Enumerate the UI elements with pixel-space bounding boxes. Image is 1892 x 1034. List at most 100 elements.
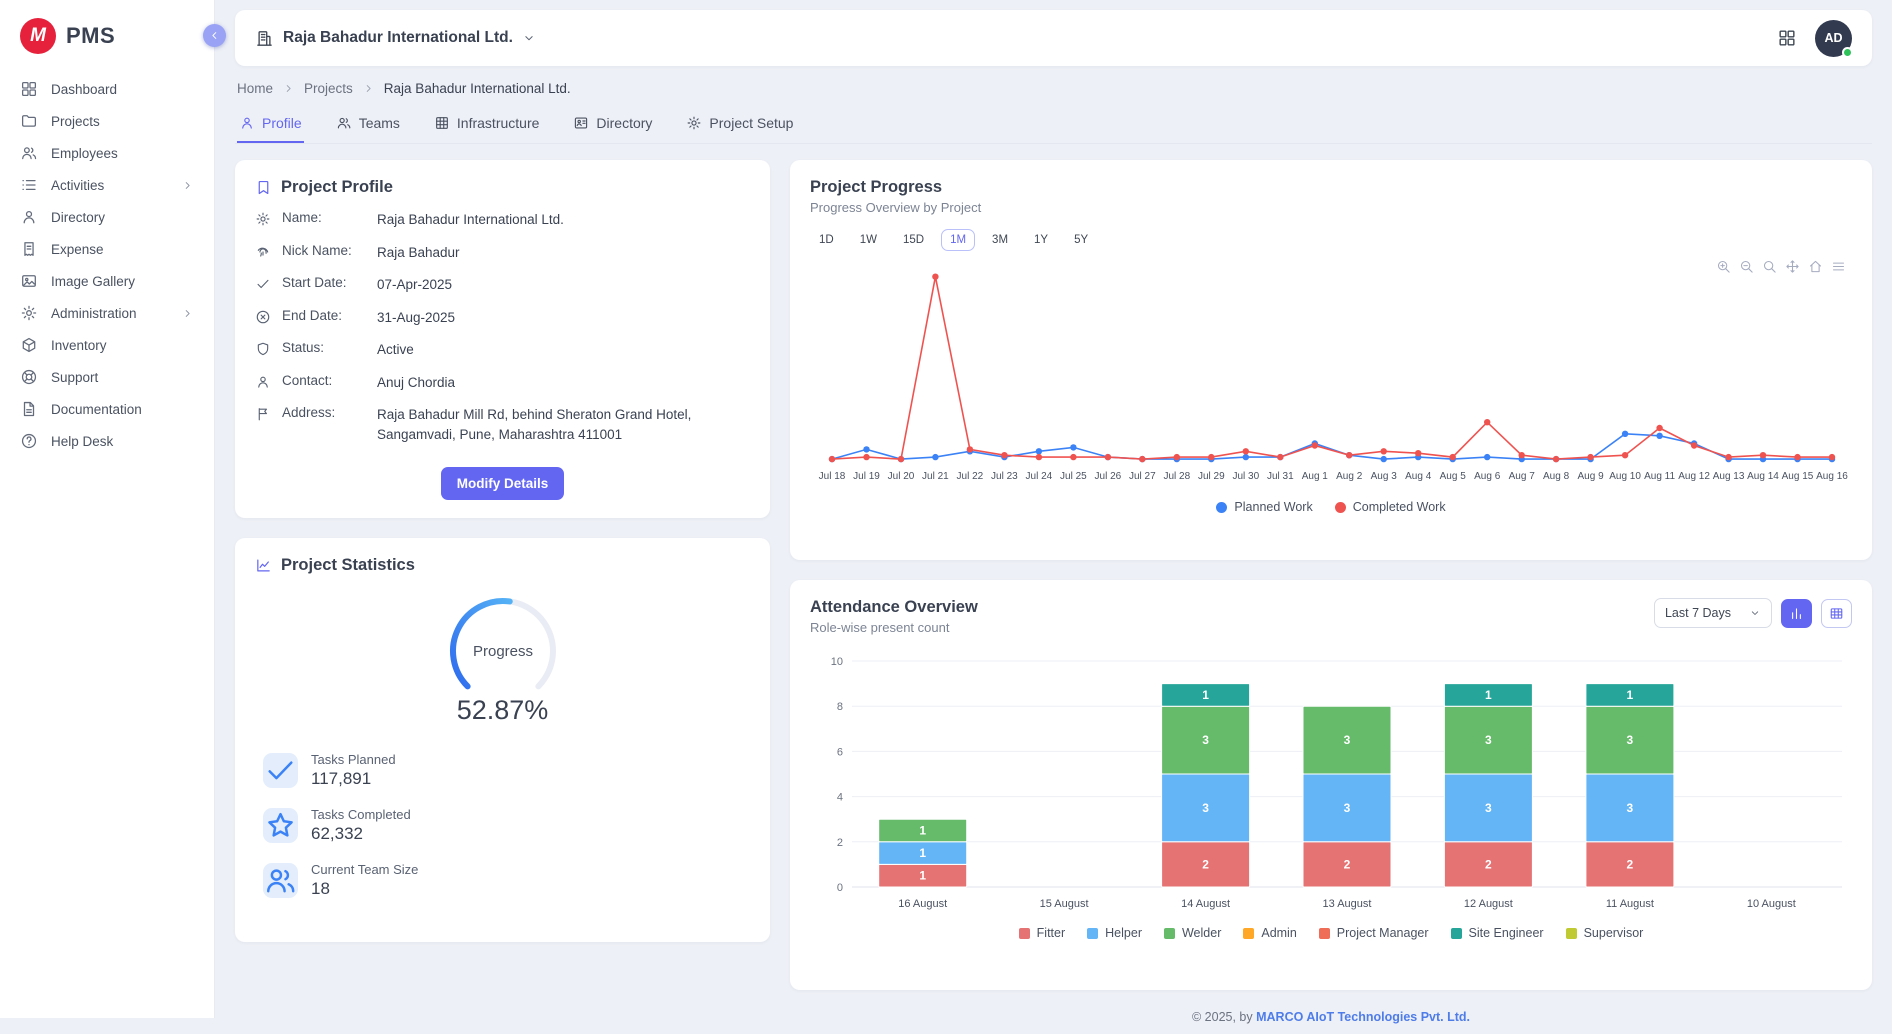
project-progress-title: Project Progress (810, 178, 1852, 197)
field-value: Anuj Chordia (377, 373, 455, 393)
sidebar-item-expense[interactable]: Expense (0, 234, 214, 264)
sidebar-item-support[interactable]: Support (0, 362, 214, 392)
svg-text:10 August: 10 August (1747, 898, 1796, 910)
progress-line-chart: Jul 18Jul 19Jul 20Jul 21Jul 22Jul 23Jul … (810, 257, 1850, 489)
copyright-text: © 2025, by (1192, 1010, 1253, 1024)
stat-text: Tasks Planned117,891 (311, 752, 396, 789)
tab-infrastructure[interactable]: Infrastructure (432, 109, 541, 143)
sidebar-item-documentation[interactable]: Documentation (0, 394, 214, 424)
profile-field-contact: Contact: Anuj Chordia (255, 373, 750, 393)
svg-text:1: 1 (1202, 688, 1209, 702)
field-label: Contact: (282, 373, 366, 388)
legend-label: Site Engineer (1469, 926, 1544, 940)
legend-item-planned-work[interactable]: Planned Work (1216, 500, 1312, 514)
legend-label: Welder (1182, 926, 1221, 940)
sidebar-item-dashboard[interactable]: Dashboard (0, 74, 214, 104)
svg-text:1: 1 (919, 846, 926, 860)
menu-icon[interactable] (1831, 259, 1846, 274)
zoom-in-icon[interactable] (1716, 259, 1731, 274)
range-3m-button[interactable]: 3M (983, 229, 1017, 251)
sidebar-item-projects[interactable]: Projects (0, 106, 214, 136)
sidebar-item-directory[interactable]: Directory (0, 202, 214, 232)
tab-project-setup[interactable]: Project Setup (684, 109, 795, 143)
chart-view-button[interactable] (1781, 599, 1812, 628)
project-profile-card: Project Profile Name:Raja Bahadur Intern… (235, 160, 770, 518)
svg-text:Aug 13: Aug 13 (1713, 471, 1745, 482)
project-statistics-card: Project Statistics Progress 52.87% Tasks… (235, 538, 770, 942)
svg-text:Aug 10: Aug 10 (1609, 471, 1641, 482)
project-profile-title: Project Profile (281, 178, 393, 197)
sidebar-item-inventory[interactable]: Inventory (0, 330, 214, 360)
line-chart-container: Jul 18Jul 19Jul 20Jul 21Jul 22Jul 23Jul … (810, 257, 1852, 494)
attendance-titles: Attendance Overview Role-wise present co… (810, 598, 978, 635)
range-5y-button[interactable]: 5Y (1065, 229, 1097, 251)
tab-label: Directory (596, 115, 652, 131)
svg-text:Jul 19: Jul 19 (853, 471, 880, 482)
svg-text:6: 6 (837, 746, 843, 758)
support-icon (20, 368, 38, 386)
apps-grid-icon[interactable] (1777, 28, 1797, 48)
tab-teams[interactable]: Teams (334, 109, 402, 143)
svg-text:3: 3 (1627, 733, 1634, 747)
date-range-select[interactable]: Last 7 Days (1654, 598, 1772, 628)
breadcrumb-item-home[interactable]: Home (237, 81, 273, 96)
avatar-initials: AD (1824, 31, 1842, 45)
svg-text:Aug 9: Aug 9 (1578, 471, 1605, 482)
legend-item-welder[interactable]: Welder (1164, 926, 1221, 940)
sidebar-item-activities[interactable]: Activities (0, 170, 214, 200)
legend-item-project-manager[interactable]: Project Manager (1319, 926, 1429, 940)
svg-text:16 August: 16 August (898, 898, 947, 910)
tab-profile[interactable]: Profile (237, 109, 304, 143)
sidebar-collapse-button[interactable] (203, 24, 226, 47)
svg-text:Aug 7: Aug 7 (1509, 471, 1536, 482)
breadcrumb-item-raja-bahadur-international-ltd: Raja Bahadur International Ltd. (384, 81, 571, 96)
svg-text:2: 2 (1344, 857, 1351, 871)
chart-toolbar (1716, 259, 1846, 274)
legend-item-completed-work[interactable]: Completed Work (1335, 500, 1446, 514)
project-progress-card: Project Progress Progress Overview by Pr… (790, 160, 1872, 560)
range-1w-button[interactable]: 1W (851, 229, 886, 251)
sidebar-item-image-gallery[interactable]: Image Gallery (0, 266, 214, 296)
breadcrumb: Home Projects Raja Bahadur International L… (237, 81, 1870, 96)
zoom-out-icon[interactable] (1739, 259, 1754, 274)
sidebar-item-administration[interactable]: Administration (0, 298, 214, 328)
svg-text:Jul 26: Jul 26 (1095, 471, 1122, 482)
search-icon[interactable] (1762, 259, 1777, 274)
range-1m-button[interactable]: 1M (941, 229, 975, 251)
chevron-down-icon (522, 31, 536, 45)
sidebar-item-label: Dashboard (51, 82, 117, 97)
svg-text:Jul 29: Jul 29 (1198, 471, 1225, 482)
breadcrumb-item-projects[interactable]: Projects (304, 81, 353, 96)
table-view-button[interactable] (1821, 599, 1852, 628)
profile-field-status: Status:Active (255, 340, 750, 360)
sidebar-item-label: Image Gallery (51, 274, 135, 289)
legend-item-admin[interactable]: Admin (1243, 926, 1296, 940)
tab-directory[interactable]: Directory (571, 109, 654, 143)
avatar[interactable]: AD (1815, 20, 1852, 57)
sidebar-item-employees[interactable]: Employees (0, 138, 214, 168)
svg-text:2: 2 (1485, 857, 1492, 871)
stat-text: Tasks Completed62,332 (311, 807, 411, 844)
attendance-title: Attendance Overview (810, 598, 978, 617)
pan-icon[interactable] (1785, 259, 1800, 274)
modify-details-button[interactable]: Modify Details (441, 467, 565, 500)
company-selector[interactable]: Raja Bahadur International Ltd. (255, 29, 536, 48)
range-15d-button[interactable]: 15D (894, 229, 933, 251)
svg-text:Jul 20: Jul 20 (888, 471, 915, 482)
profile-field-end-date: End Date:31-Aug-2025 (255, 308, 750, 328)
sidebar-item-help-desk[interactable]: Help Desk (0, 426, 214, 456)
svg-text:Jul 22: Jul 22 (957, 471, 984, 482)
legend-item-fitter[interactable]: Fitter (1019, 926, 1065, 940)
svg-text:2: 2 (1202, 857, 1209, 871)
legend-item-site-engineer[interactable]: Site Engineer (1451, 926, 1544, 940)
footer-link[interactable]: MARCO AIoT Technologies Pvt. Ltd. (1256, 1010, 1470, 1024)
list-icon (20, 176, 38, 194)
legend-item-helper[interactable]: Helper (1087, 926, 1142, 940)
user-icon (20, 208, 38, 226)
home-icon[interactable] (1808, 259, 1823, 274)
legend-item-supervisor[interactable]: Supervisor (1566, 926, 1644, 940)
range-1d-button[interactable]: 1D (810, 229, 843, 251)
svg-text:12 August: 12 August (1464, 898, 1513, 910)
svg-text:1: 1 (919, 824, 926, 838)
range-1y-button[interactable]: 1Y (1025, 229, 1057, 251)
